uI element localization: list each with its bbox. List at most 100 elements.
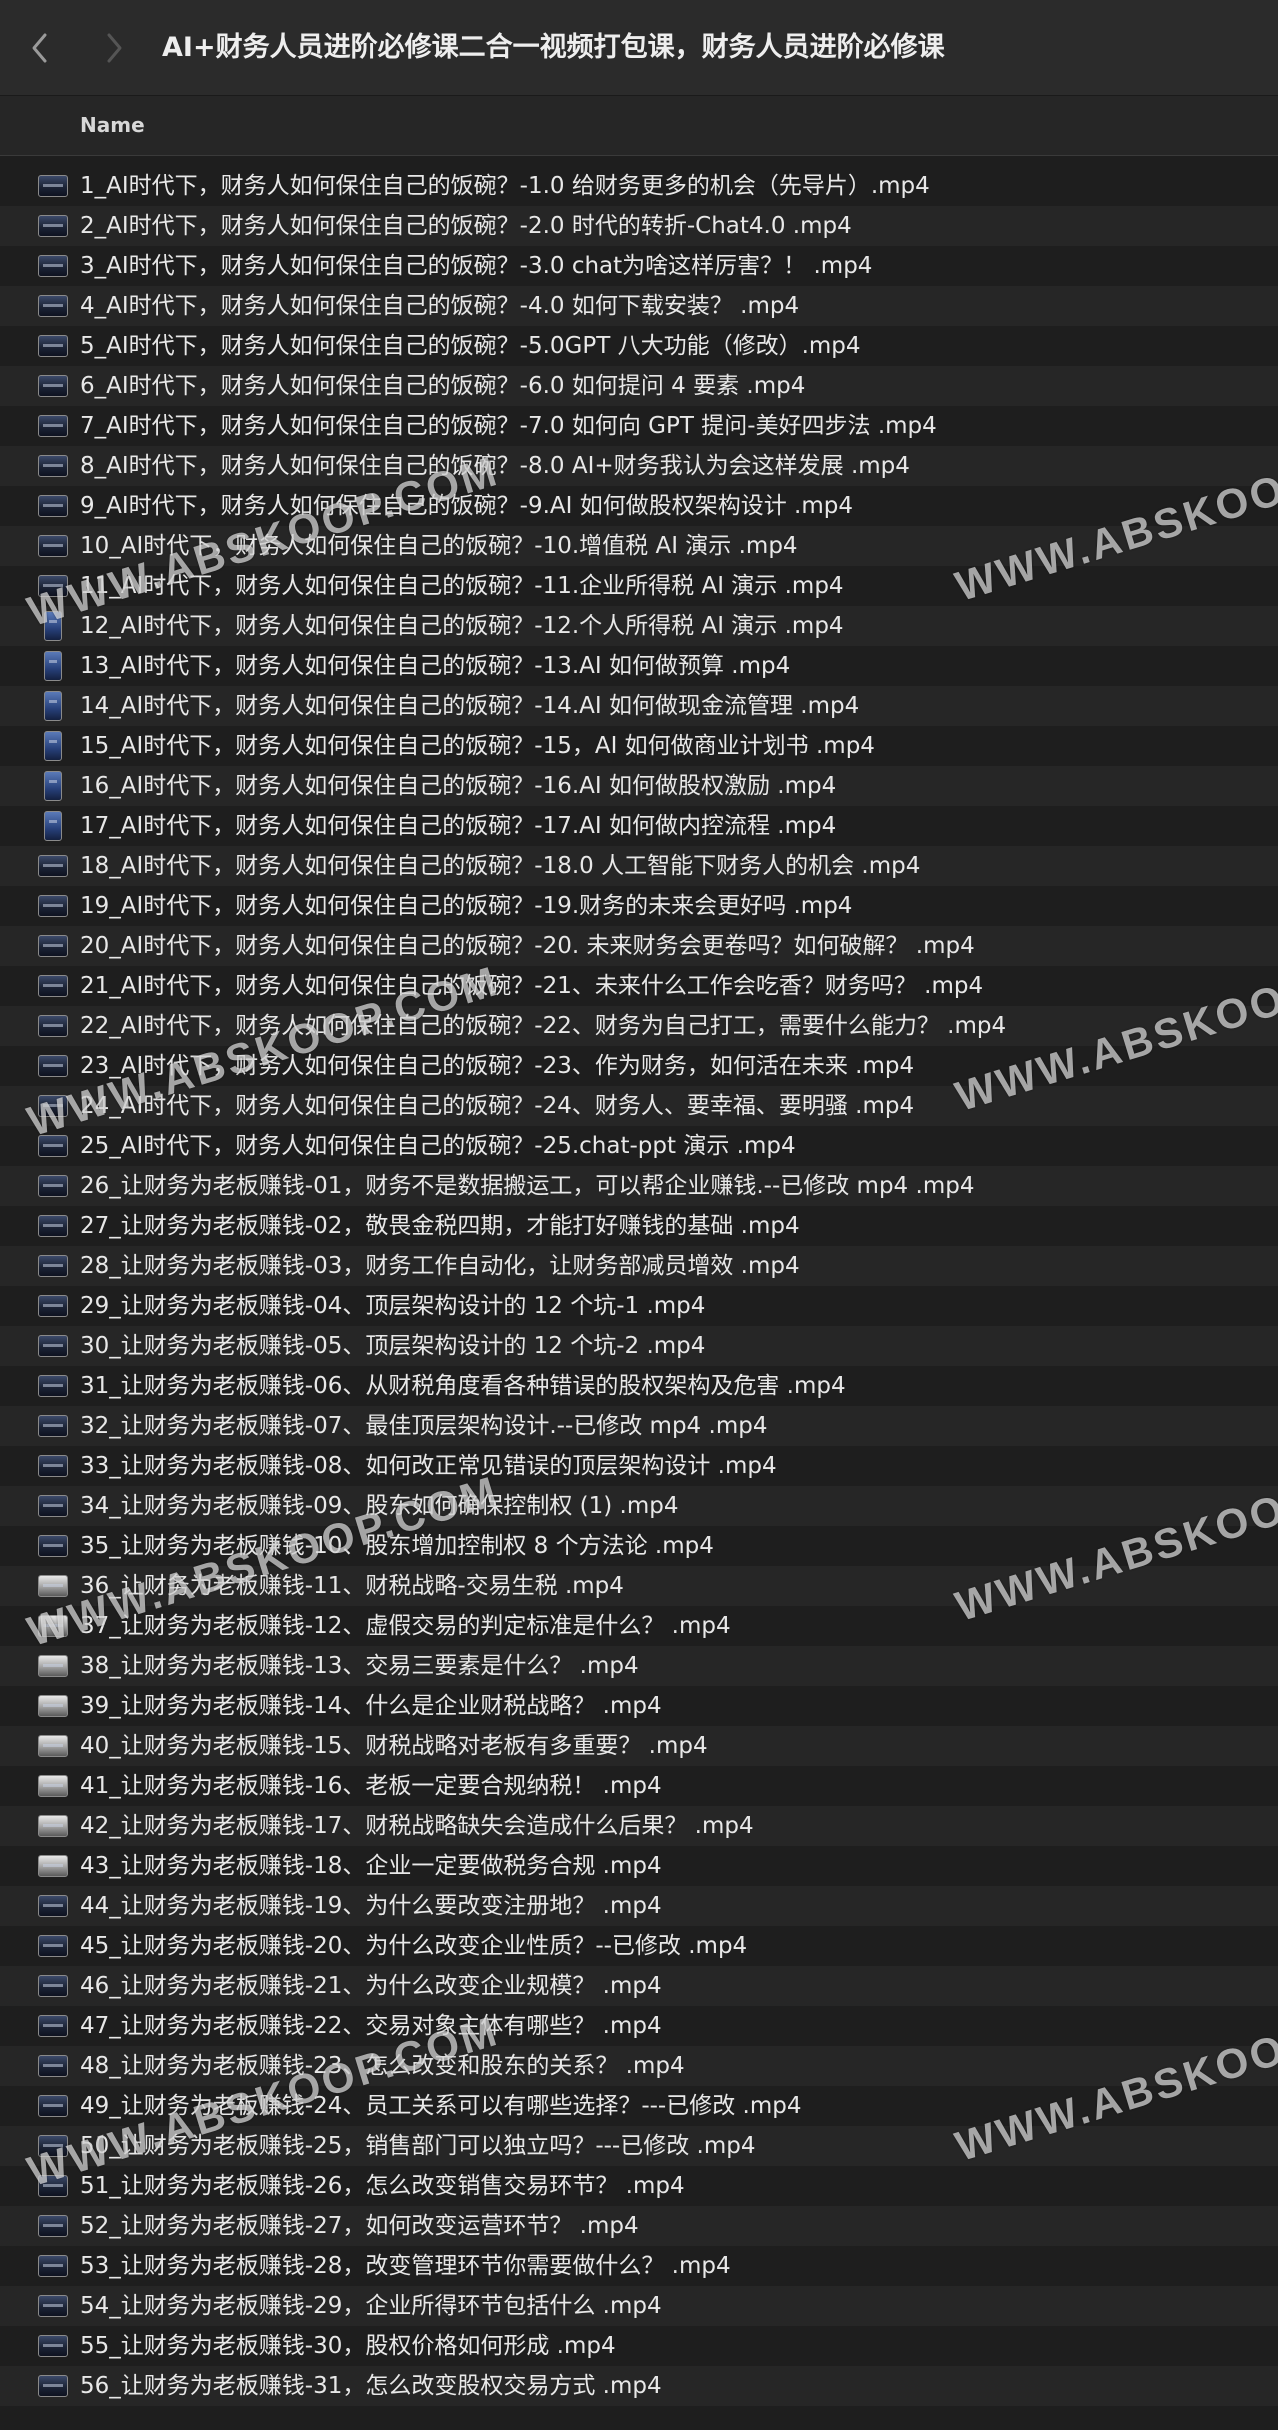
file-name: 54_让财务为老板赚钱-29，企业所得环节包括什么 .mp4 — [80, 2293, 662, 2319]
file-name: 12_AI时代下，财务人如何保住自己的饭碗？-12.个人所得税 AI 演示 .m… — [80, 613, 844, 639]
file-name: 33_让财务为老板赚钱-08、如何改正常见错误的顶层架构设计 .mp4 — [80, 1453, 777, 1479]
file-name: 26_让财务为老板赚钱-01，财务不是数据搬运工，可以帮企业赚钱.--已修改 m… — [80, 1173, 975, 1199]
file-row[interactable]: 34_让财务为老板赚钱-09、股东如何确保控制权 (1) .mp4 — [0, 1486, 1278, 1526]
file-row[interactable]: 41_让财务为老板赚钱-16、老板一定要合规纳税！ .mp4 — [0, 1766, 1278, 1806]
video-file-icon — [38, 1935, 68, 1957]
file-row[interactable]: 52_让财务为老板赚钱-27，如何改变运营环节？ .mp4 — [0, 2206, 1278, 2246]
file-row[interactable]: 39_让财务为老板赚钱-14、什么是企业财税战略？ .mp4 — [0, 1686, 1278, 1726]
file-name: 45_让财务为老板赚钱-20、为什么改变企业性质？--已修改 .mp4 — [80, 1933, 748, 1959]
file-row[interactable]: 28_让财务为老板赚钱-03，财务工作自动化，让财务部减员增效 .mp4 — [0, 1246, 1278, 1286]
video-file-icon — [44, 691, 62, 721]
file-row[interactable]: 20_AI时代下，财务人如何保住自己的饭碗？-20. 未来财务会更卷吗？如何破解… — [0, 926, 1278, 966]
file-row[interactable]: 55_让财务为老板赚钱-30，股权价格如何形成 .mp4 — [0, 2326, 1278, 2366]
file-row[interactable]: 21_AI时代下，财务人如何保住自己的饭碗？-21、未来什么工作会吃香？财务吗？… — [0, 966, 1278, 1006]
file-row[interactable]: 13_AI时代下，财务人如何保住自己的饭碗？-13.AI 如何做预算 .mp4 — [0, 646, 1278, 686]
video-file-icon — [38, 1895, 68, 1917]
file-row[interactable]: 32_让财务为老板赚钱-07、最佳顶层架构设计.--已修改 mp4 .mp4 — [0, 1406, 1278, 1446]
video-file-icon — [38, 415, 68, 437]
file-row[interactable]: 40_让财务为老板赚钱-15、财税战略对老板有多重要？ .mp4 — [0, 1726, 1278, 1766]
file-row[interactable]: 30_让财务为老板赚钱-05、顶层架构设计的 12 个坑-2 .mp4 — [0, 1326, 1278, 1366]
file-row[interactable]: 47_让财务为老板赚钱-22、交易对象主体有哪些？ .mp4 — [0, 2006, 1278, 2046]
file-row[interactable]: 33_让财务为老板赚钱-08、如何改正常见错误的顶层架构设计 .mp4 — [0, 1446, 1278, 1486]
file-row[interactable]: 12_AI时代下，财务人如何保住自己的饭碗？-12.个人所得税 AI 演示 .m… — [0, 606, 1278, 646]
column-header-name[interactable]: Name — [80, 96, 145, 154]
file-name: 25_AI时代下，财务人如何保住自己的饭碗？-25.chat-ppt 演示 .m… — [80, 1133, 796, 1159]
file-name: 4_AI时代下，财务人如何保住自己的饭碗？-4.0 如何下载安装？ .mp4 — [80, 293, 800, 319]
file-name: 3_AI时代下，财务人如何保住自己的饭碗？-3.0 chat为啥这样厉害？！ .… — [80, 253, 873, 279]
video-file-icon — [38, 1775, 68, 1797]
video-file-icon — [38, 1655, 68, 1677]
video-file-icon — [38, 375, 68, 397]
video-file-icon — [38, 175, 68, 197]
file-row[interactable]: 42_让财务为老板赚钱-17、财税战略缺失会造成什么后果？ .mp4 — [0, 1806, 1278, 1846]
file-row[interactable]: 53_让财务为老板赚钱-28，改变管理环节你需要做什么？ .mp4 — [0, 2246, 1278, 2286]
video-file-icon — [38, 495, 68, 517]
file-name: 21_AI时代下，财务人如何保住自己的饭碗？-21、未来什么工作会吃香？财务吗？… — [80, 973, 984, 999]
file-row[interactable]: 56_让财务为老板赚钱-31，怎么改变股权交易方式 .mp4 — [0, 2366, 1278, 2406]
file-name: 42_让财务为老板赚钱-17、财税战略缺失会造成什么后果？ .mp4 — [80, 1813, 754, 1839]
video-file-icon — [38, 895, 68, 917]
file-list: 1_AI时代下，财务人如何保住自己的饭碗？-1.0 给财务更多的机会（先导片）.… — [0, 166, 1278, 2406]
file-row[interactable]: 54_让财务为老板赚钱-29，企业所得环节包括什么 .mp4 — [0, 2286, 1278, 2326]
video-file-icon — [38, 975, 68, 997]
video-file-icon — [38, 1735, 68, 1757]
file-row[interactable]: 29_让财务为老板赚钱-04、顶层架构设计的 12 个坑-1 .mp4 — [0, 1286, 1278, 1326]
file-row[interactable]: 19_AI时代下，财务人如何保住自己的饭碗？-19.财务的未来会更好吗 .mp4 — [0, 886, 1278, 926]
file-name: 29_让财务为老板赚钱-04、顶层架构设计的 12 个坑-1 .mp4 — [80, 1293, 706, 1319]
file-row[interactable]: 15_AI时代下，财务人如何保住自己的饭碗？-15，AI 如何做商业计划书 .m… — [0, 726, 1278, 766]
file-row[interactable]: 17_AI时代下，财务人如何保住自己的饭碗？-17.AI 如何做内控流程 .mp… — [0, 806, 1278, 846]
file-name: 27_让财务为老板赚钱-02，敬畏金税四期，才能打好赚钱的基础 .mp4 — [80, 1213, 800, 1239]
file-row[interactable]: 5_AI时代下，财务人如何保住自己的饭碗？-5.0GPT 八大功能（修改）.mp… — [0, 326, 1278, 366]
video-file-icon — [38, 2215, 68, 2237]
video-file-icon — [38, 1575, 68, 1597]
file-row[interactable]: 9_AI时代下，财务人如何保住自己的饭碗？-9.AI 如何做股权架构设计 .mp… — [0, 486, 1278, 526]
file-name: 56_让财务为老板赚钱-31，怎么改变股权交易方式 .mp4 — [80, 2373, 662, 2399]
file-row[interactable]: 1_AI时代下，财务人如何保住自己的饭碗？-1.0 给财务更多的机会（先导片）.… — [0, 166, 1278, 206]
file-row[interactable]: 7_AI时代下，财务人如何保住自己的饭碗？-7.0 如何向 GPT 提问-美好四… — [0, 406, 1278, 446]
video-file-icon — [38, 295, 68, 317]
file-name: 38_让财务为老板赚钱-13、交易三要素是什么？ .mp4 — [80, 1653, 639, 1679]
file-row[interactable]: 38_让财务为老板赚钱-13、交易三要素是什么？ .mp4 — [0, 1646, 1278, 1686]
file-row[interactable]: 6_AI时代下，财务人如何保住自己的饭碗？-6.0 如何提问 4 要素 .mp4 — [0, 366, 1278, 406]
file-row[interactable]: 25_AI时代下，财务人如何保住自己的饭碗？-25.chat-ppt 演示 .m… — [0, 1126, 1278, 1166]
file-row[interactable]: 51_让财务为老板赚钱-26，怎么改变销售交易环节？ .mp4 — [0, 2166, 1278, 2206]
window-title: AI+财务人员进阶必修课二合一视频打包课，财务人员进阶必修课 — [162, 32, 945, 63]
file-row[interactable]: 4_AI时代下，财务人如何保住自己的饭碗？-4.0 如何下载安装？ .mp4 — [0, 286, 1278, 326]
back-button[interactable] — [18, 24, 62, 72]
file-row[interactable]: 8_AI时代下，财务人如何保住自己的饭碗？-8.0 AI+财务我认为会这样发展 … — [0, 446, 1278, 486]
video-file-icon — [38, 215, 68, 237]
file-row[interactable]: 48_让财务为老板赚钱-23、怎么改变和股东的关系？ .mp4 — [0, 2046, 1278, 2086]
file-name: 53_让财务为老板赚钱-28，改变管理环节你需要做什么？ .mp4 — [80, 2253, 731, 2279]
file-row[interactable]: 2_AI时代下，财务人如何保住自己的饭碗？-2.0 时代的转折-Chat4.0 … — [0, 206, 1278, 246]
file-name: 44_让财务为老板赚钱-19、为什么要改变注册地？ .mp4 — [80, 1893, 662, 1919]
chevron-left-icon — [32, 33, 47, 63]
file-name: 31_让财务为老板赚钱-06、从财税角度看各种错误的股权架构及危害 .mp4 — [80, 1373, 846, 1399]
file-row[interactable]: 14_AI时代下，财务人如何保住自己的饭碗？-14.AI 如何做现金流管理 .m… — [0, 686, 1278, 726]
file-row[interactable]: 44_让财务为老板赚钱-19、为什么要改变注册地？ .mp4 — [0, 1886, 1278, 1926]
file-name: 47_让财务为老板赚钱-22、交易对象主体有哪些？ .mp4 — [80, 2013, 662, 2039]
file-row[interactable]: 46_让财务为老板赚钱-21、为什么改变企业规模？ .mp4 — [0, 1966, 1278, 2006]
video-file-icon — [38, 1015, 68, 1037]
video-file-icon — [38, 455, 68, 477]
video-file-icon — [44, 731, 62, 761]
forward-button[interactable] — [92, 24, 136, 72]
video-file-icon — [38, 1455, 68, 1477]
video-file-icon — [38, 2375, 68, 2397]
file-row[interactable]: 27_让财务为老板赚钱-02，敬畏金税四期，才能打好赚钱的基础 .mp4 — [0, 1206, 1278, 1246]
file-row[interactable]: 18_AI时代下，财务人如何保住自己的饭碗？-18.0 人工智能下财务人的机会 … — [0, 846, 1278, 886]
file-name: 43_让财务为老板赚钱-18、企业一定要做税务合规 .mp4 — [80, 1853, 662, 1879]
file-name: 40_让财务为老板赚钱-15、财税战略对老板有多重要？ .mp4 — [80, 1733, 708, 1759]
file-row[interactable]: 31_让财务为老板赚钱-06、从财税角度看各种错误的股权架构及危害 .mp4 — [0, 1366, 1278, 1406]
file-row[interactable]: 26_让财务为老板赚钱-01，财务不是数据搬运工，可以帮企业赚钱.--已修改 m… — [0, 1166, 1278, 1206]
file-row[interactable]: 37_让财务为老板赚钱-12、虚假交易的判定标准是什么？ .mp4 — [0, 1606, 1278, 1646]
video-file-icon — [38, 2095, 68, 2117]
file-name: 17_AI时代下，财务人如何保住自己的饭碗？-17.AI 如何做内控流程 .mp… — [80, 813, 837, 839]
file-row[interactable]: 43_让财务为老板赚钱-18、企业一定要做税务合规 .mp4 — [0, 1846, 1278, 1886]
video-file-icon — [38, 2295, 68, 2317]
file-name: 1_AI时代下，财务人如何保住自己的饭碗？-1.0 给财务更多的机会（先导片）.… — [80, 173, 930, 199]
file-row[interactable]: 45_让财务为老板赚钱-20、为什么改变企业性质？--已修改 .mp4 — [0, 1926, 1278, 1966]
video-file-icon — [38, 1055, 68, 1077]
file-name: 28_让财务为老板赚钱-03，财务工作自动化，让财务部减员增效 .mp4 — [80, 1253, 800, 1279]
file-row[interactable]: 3_AI时代下，财务人如何保住自己的饭碗？-3.0 chat为啥这样厉害？！ .… — [0, 246, 1278, 286]
file-row[interactable]: 16_AI时代下，财务人如何保住自己的饭碗？-16.AI 如何做股权激励 .mp… — [0, 766, 1278, 806]
